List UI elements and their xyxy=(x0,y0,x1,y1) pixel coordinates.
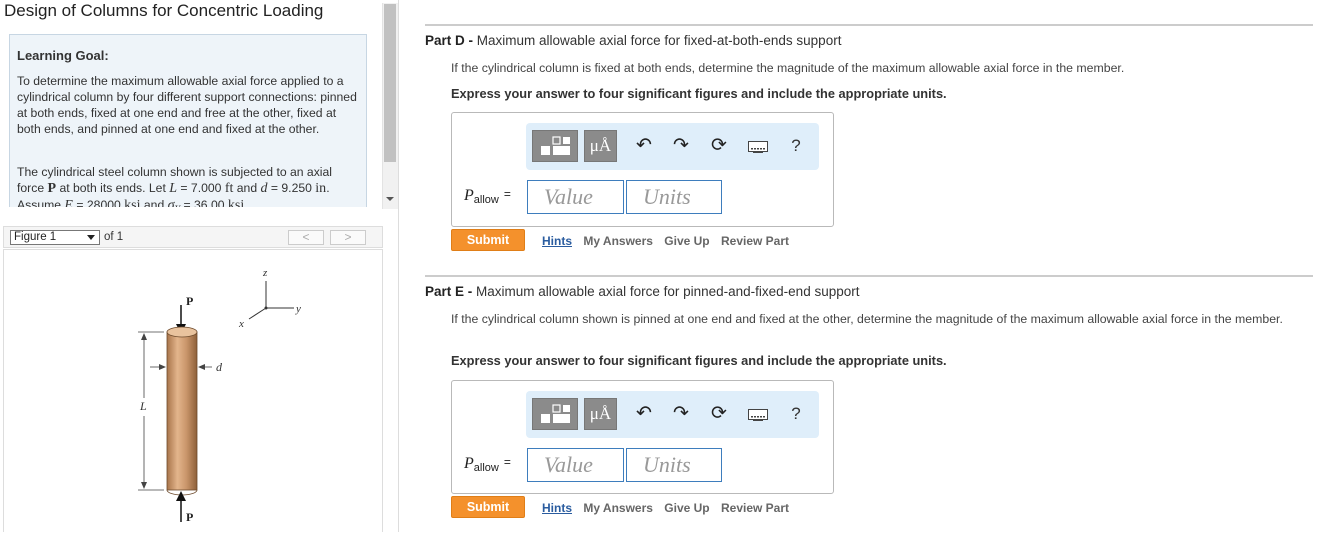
part-d-heading[interactable]: Part D - Maximum allowable axial force f… xyxy=(425,33,841,48)
previous-figure-button[interactable]: < xyxy=(288,230,324,245)
keyboard-icon[interactable] xyxy=(748,141,768,153)
part-e-submit-button[interactable]: Submit xyxy=(451,496,525,518)
column-figure: z y x P P L d xyxy=(138,267,301,524)
axis-label-y: y xyxy=(295,303,301,315)
pane-divider[interactable] xyxy=(398,0,399,532)
diameter-label: d xyxy=(216,360,223,374)
help-icon[interactable]: ? xyxy=(786,134,806,158)
part-d-value-input[interactable]: Value xyxy=(527,180,624,214)
part-d-math-toolbar: μÅ ↶ ↷ ⟳ ? xyxy=(526,123,819,170)
part-e-math-toolbar: μÅ ↶ ↷ ⟳ ? xyxy=(526,391,819,438)
part-d-question: If the cylindrical column is fixed at bo… xyxy=(451,61,1125,75)
part-e-units-input[interactable]: Units xyxy=(626,448,722,482)
redo-icon[interactable]: ↷ xyxy=(669,402,693,426)
part-d-review-part-link[interactable]: Review Part xyxy=(721,234,789,248)
force-label-bottom: P xyxy=(186,510,193,524)
learning-goal-text: To determine the maximum allowable axial… xyxy=(17,74,357,136)
templates-icon xyxy=(541,404,570,423)
part-e-value-input[interactable]: Value xyxy=(527,448,624,482)
part-e-review-part-link[interactable]: Review Part xyxy=(721,501,789,515)
part-d-units-input[interactable]: Units xyxy=(626,180,722,214)
part-e-question: If the cylindrical column shown is pinne… xyxy=(451,312,1283,326)
undo-icon[interactable]: ↶ xyxy=(632,134,656,158)
figure-select[interactable]: Figure 1 xyxy=(10,230,100,245)
undo-icon[interactable]: ↶ xyxy=(632,402,656,426)
next-figure-button[interactable]: > xyxy=(330,230,366,245)
help-icon[interactable]: ? xyxy=(786,402,806,426)
part-d-divider xyxy=(425,24,1313,26)
part-e-hints-link[interactable]: Hints xyxy=(542,501,572,515)
scroll-down-arrow-icon[interactable] xyxy=(386,197,394,201)
part-e-give-up-link[interactable]: Give Up xyxy=(664,501,709,515)
part-e-divider xyxy=(425,275,1313,277)
page-title: Design of Columns for Concentric Loading xyxy=(4,1,324,20)
chevron-down-icon xyxy=(87,235,95,240)
units-button[interactable]: μÅ xyxy=(584,130,617,162)
axis-label-z: z xyxy=(262,267,268,279)
figure-count: of 1 xyxy=(104,231,124,243)
part-d-variable-label: Pallow = xyxy=(464,187,511,206)
figure-panel: z y x P P L d xyxy=(3,249,383,532)
units-button[interactable]: μÅ xyxy=(584,398,617,430)
problem-statement: The cylindrical steel column shown is su… xyxy=(17,165,333,207)
templates-button[interactable] xyxy=(532,398,578,430)
part-e-answer-box: μÅ ↶ ↷ ⟳ ? Pallow = Value Units xyxy=(451,380,834,494)
part-e-links: Hints My Answers Give Up Review Part xyxy=(542,501,797,515)
axis-label-x: x xyxy=(238,318,244,330)
keyboard-icon[interactable] xyxy=(748,409,768,421)
column-body xyxy=(166,331,198,491)
part-d-hints-link[interactable]: Hints xyxy=(542,234,572,248)
templates-button[interactable] xyxy=(532,130,578,162)
axes-icon xyxy=(248,281,294,320)
learning-goal-panel: Learning Goal: To determine the maximum … xyxy=(9,34,367,207)
part-e-my-answers-link[interactable]: My Answers xyxy=(583,501,653,515)
part-d-answer-box: μÅ ↶ ↷ ⟳ ? Pallow = Value Units xyxy=(451,112,834,227)
figure-navigation-bar: Figure 1 of 1 < > xyxy=(3,226,383,248)
part-d-links: Hints My Answers Give Up Review Part xyxy=(542,234,797,248)
part-d-give-up-link[interactable]: Give Up xyxy=(664,234,709,248)
reset-icon[interactable]: ⟳ xyxy=(707,402,731,426)
scrollbar-thumb[interactable] xyxy=(384,4,396,162)
column-top-face xyxy=(166,326,198,338)
learning-goal-heading: Learning Goal: xyxy=(17,48,109,63)
templates-icon xyxy=(541,136,570,155)
part-e-heading[interactable]: Part E - Maximum allowable axial force f… xyxy=(425,284,859,299)
part-e-instructions: Express your answer to four significant … xyxy=(451,353,947,368)
part-d-instructions: Express your answer to four significant … xyxy=(451,86,947,101)
part-e-variable-label: Pallow = xyxy=(464,455,511,474)
redo-icon[interactable]: ↷ xyxy=(669,134,693,158)
force-label-top: P xyxy=(186,294,193,308)
part-d-submit-button[interactable]: Submit xyxy=(451,229,525,251)
reset-icon[interactable]: ⟳ xyxy=(707,134,731,158)
part-d-my-answers-link[interactable]: My Answers xyxy=(583,234,653,248)
goal-scrollbar[interactable] xyxy=(382,3,398,209)
length-label: L xyxy=(139,399,147,413)
